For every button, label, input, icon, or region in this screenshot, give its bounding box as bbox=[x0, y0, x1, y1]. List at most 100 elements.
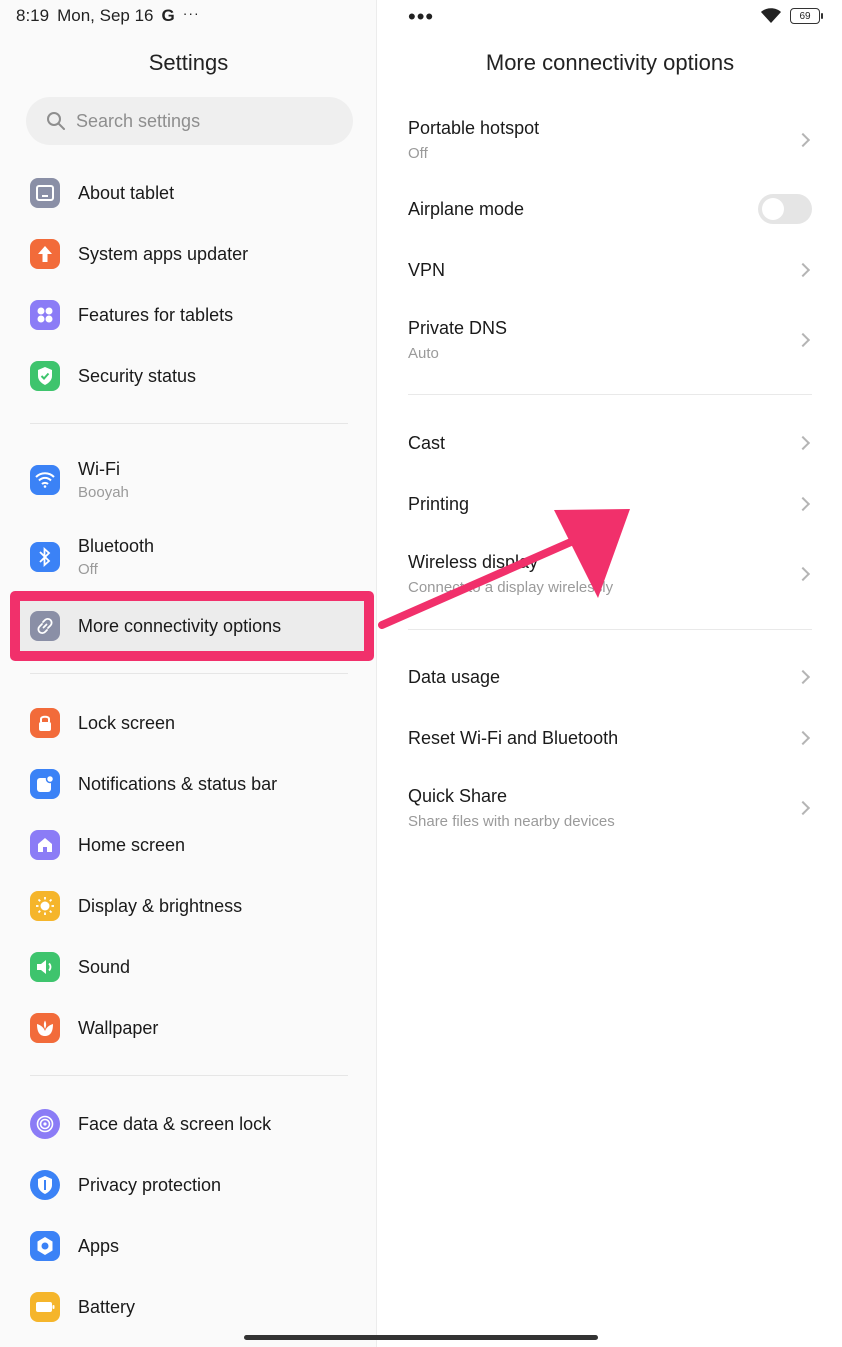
notification-icon bbox=[30, 769, 60, 799]
sidebar-item-security-status[interactable]: Security status bbox=[30, 354, 196, 398]
sidebar-item-wifi[interactable]: Wi-Fi Booyah bbox=[30, 458, 129, 502]
sidebar-item-privacy[interactable]: Privacy protection bbox=[30, 1163, 221, 1207]
sidebar-item-about-tablet[interactable]: About tablet bbox=[30, 171, 174, 215]
search-icon bbox=[47, 112, 65, 130]
setting-portable-hotspot[interactable]: Portable hotspot Off bbox=[408, 117, 812, 163]
setting-label: Private DNS bbox=[408, 318, 508, 338]
more-notifications-icon: ··· bbox=[182, 5, 200, 21]
sidebar-item-label: Apps bbox=[78, 1235, 120, 1256]
sidebar-item-label: Notifications & status bar bbox=[78, 773, 278, 794]
sidebar-item-label: System apps updater bbox=[78, 243, 249, 264]
wifi-status-icon bbox=[761, 8, 781, 23]
sidebar-item-label: Lock screen bbox=[78, 712, 176, 733]
sidebar-item-wallpaper[interactable]: Wallpaper bbox=[30, 1006, 158, 1050]
divider bbox=[30, 423, 348, 424]
setting-label: Cast bbox=[408, 432, 446, 453]
setting-data-usage[interactable]: Data usage bbox=[408, 665, 812, 689]
chevron-right-icon bbox=[795, 800, 811, 816]
setting-vpn[interactable]: VPN bbox=[408, 258, 812, 282]
setting-private-dns[interactable]: Private DNS Auto bbox=[408, 317, 812, 363]
chevron-right-icon bbox=[795, 669, 811, 685]
battery-status-icon: 69 bbox=[790, 8, 823, 24]
sidebar-item-label: Home screen bbox=[78, 834, 186, 855]
sidebar-item-label: Features for tablets bbox=[78, 304, 234, 325]
sidebar-item-label: Wallpaper bbox=[78, 1017, 159, 1038]
status-bar-left: 8:19 Mon, Sep 16 G ··· bbox=[16, 5, 200, 26]
setting-reset-wifi-bluetooth[interactable]: Reset Wi-Fi and Bluetooth bbox=[408, 726, 812, 750]
sidebar-item-label: Bluetooth bbox=[78, 536, 155, 556]
sidebar-item-label: Display & brightness bbox=[78, 895, 243, 916]
sidebar-item-sublabel: Off bbox=[78, 561, 98, 578]
toggle-knob bbox=[762, 198, 784, 220]
more-options-icon[interactable]: ••• bbox=[408, 4, 434, 30]
sidebar-item-label: Sound bbox=[78, 956, 131, 977]
privacy-icon bbox=[30, 1170, 60, 1200]
sidebar-item-sublabel: Booyah bbox=[78, 484, 129, 501]
sidebar-item-lock-screen[interactable]: Lock screen bbox=[30, 701, 175, 745]
setting-printing[interactable]: Printing bbox=[408, 492, 812, 516]
status-time: 8:19 bbox=[16, 6, 50, 25]
sidebar-item-label: Face data & screen lock bbox=[78, 1113, 272, 1134]
setting-cast[interactable]: Cast bbox=[408, 431, 812, 455]
setting-label: Data usage bbox=[408, 666, 501, 687]
chevron-right-icon bbox=[795, 566, 811, 582]
home-indicator[interactable] bbox=[244, 1335, 598, 1340]
sidebar-item-system-apps-updater[interactable]: System apps updater bbox=[30, 232, 248, 276]
status-bar-right: 69 bbox=[760, 8, 823, 24]
search-input[interactable]: Search settings bbox=[26, 97, 353, 145]
divider bbox=[30, 1075, 348, 1076]
highlight-annotation bbox=[10, 591, 374, 661]
grid-icon bbox=[30, 300, 60, 330]
sidebar-item-label: Battery bbox=[78, 1296, 136, 1317]
sidebar-item-battery[interactable]: Battery bbox=[30, 1285, 135, 1329]
speaker-icon bbox=[30, 952, 60, 982]
battery-icon bbox=[30, 1292, 60, 1322]
sidebar-item-home-screen[interactable]: Home screen bbox=[30, 823, 185, 867]
setting-sublabel: Auto bbox=[408, 345, 439, 362]
status-date: Mon, Sep 16 bbox=[57, 6, 154, 25]
setting-label: Reset Wi-Fi and Bluetooth bbox=[408, 727, 619, 748]
sidebar-item-apps[interactable]: Apps bbox=[30, 1224, 119, 1268]
divider bbox=[408, 629, 812, 630]
setting-label: Portable hotspot bbox=[408, 118, 540, 138]
sidebar-item-sound[interactable]: Sound bbox=[30, 945, 130, 989]
setting-quick-share[interactable]: Quick Share Share files with nearby devi… bbox=[408, 785, 812, 831]
sidebar-item-bluetooth[interactable]: Bluetooth Off bbox=[30, 535, 154, 579]
detail-panel: ••• 69 More connectivity options Portabl… bbox=[378, 0, 842, 1347]
bluetooth-icon bbox=[30, 542, 60, 572]
setting-wireless-display[interactable]: Wireless display Connect to a display wi… bbox=[408, 551, 812, 597]
sidebar-item-label: Privacy protection bbox=[78, 1174, 222, 1195]
search-placeholder: Search settings bbox=[76, 110, 201, 131]
tablet-icon bbox=[30, 178, 60, 208]
airplane-mode-toggle[interactable] bbox=[758, 194, 812, 224]
divider bbox=[408, 394, 812, 395]
google-icon: G bbox=[161, 6, 175, 25]
chevron-right-icon bbox=[795, 332, 811, 348]
chevron-right-icon bbox=[795, 496, 811, 512]
sidebar-item-face-data[interactable]: Face data & screen lock bbox=[30, 1102, 271, 1146]
apps-gear-icon bbox=[30, 1231, 60, 1261]
shield-check-icon bbox=[30, 361, 60, 391]
chevron-right-icon bbox=[795, 262, 811, 278]
chevron-right-icon bbox=[795, 730, 811, 746]
sidebar-item-features-for-tablets[interactable]: Features for tablets bbox=[30, 293, 233, 337]
sidebar-item-label: About tablet bbox=[78, 182, 175, 203]
flower-icon bbox=[30, 1013, 60, 1043]
setting-sublabel: Off bbox=[408, 145, 428, 162]
page-title: Settings bbox=[148, 50, 229, 75]
settings-sidebar: 8:19 Mon, Sep 16 G ··· Settings Search s… bbox=[0, 0, 377, 1347]
setting-label: Wireless display bbox=[408, 552, 539, 572]
chevron-right-icon bbox=[795, 435, 811, 451]
wifi-icon bbox=[30, 465, 60, 495]
divider bbox=[30, 673, 348, 674]
setting-airplane-mode[interactable]: Airplane mode bbox=[408, 194, 812, 224]
sidebar-item-notifications[interactable]: Notifications & status bar bbox=[30, 762, 277, 806]
setting-sublabel: Share files with nearby devices bbox=[408, 813, 615, 830]
setting-sublabel: Connect to a display wirelessly bbox=[408, 579, 614, 596]
sidebar-item-display[interactable]: Display & brightness bbox=[30, 884, 242, 928]
setting-label: VPN bbox=[408, 259, 446, 280]
setting-label: Airplane mode bbox=[408, 198, 525, 219]
face-id-icon bbox=[30, 1109, 60, 1139]
sun-icon bbox=[30, 891, 60, 921]
lock-icon bbox=[30, 708, 60, 738]
